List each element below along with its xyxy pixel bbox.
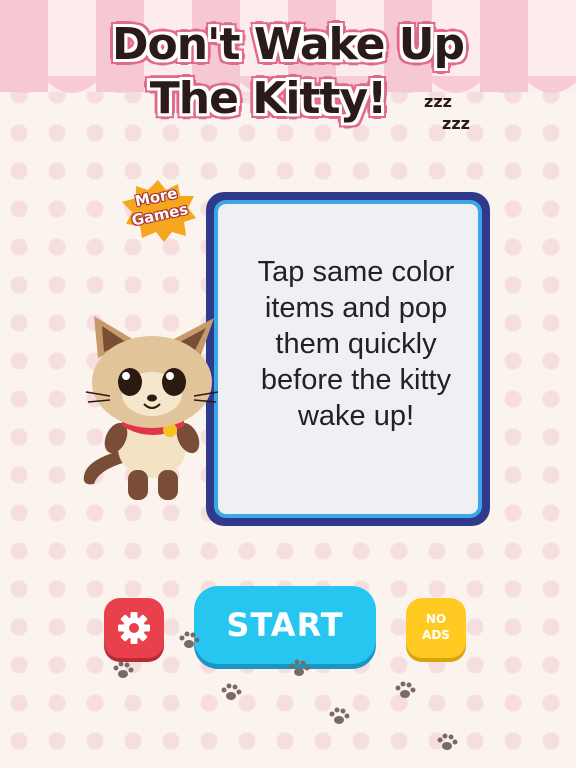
instructions-card: Tap same color items and pop them quickl…: [206, 192, 490, 526]
paw-print-icon: [179, 631, 200, 648]
more-games-button[interactable]: More Games: [118, 178, 198, 242]
kitty-character: [83, 316, 219, 500]
gear-icon: [118, 612, 150, 644]
instructions-card-inner: Tap same color items and pop them quickl…: [214, 200, 482, 518]
no-ads-line-1: NO: [425, 612, 447, 626]
title-line-1: Don't Wake Up: [111, 19, 465, 70]
paw-print-icon: [221, 683, 242, 700]
paw-print-icon: [329, 707, 350, 724]
sleep-zzz-2: zzz: [442, 114, 470, 133]
settings-button[interactable]: [104, 598, 164, 658]
paw-print-icon: [113, 661, 134, 678]
start-button[interactable]: START: [194, 586, 376, 664]
instructions-text: Tap same color items and pop them quickl…: [257, 256, 455, 432]
sleep-zzz-1: zzz: [424, 92, 452, 111]
paw-print-icon: [437, 733, 458, 750]
start-button-label: START: [226, 606, 344, 644]
no-ads-button[interactable]: NO ADS: [406, 598, 466, 658]
paw-print-icon: [395, 681, 416, 698]
paw-print-icon: [289, 659, 310, 676]
no-ads-line-2: ADS: [422, 628, 450, 642]
